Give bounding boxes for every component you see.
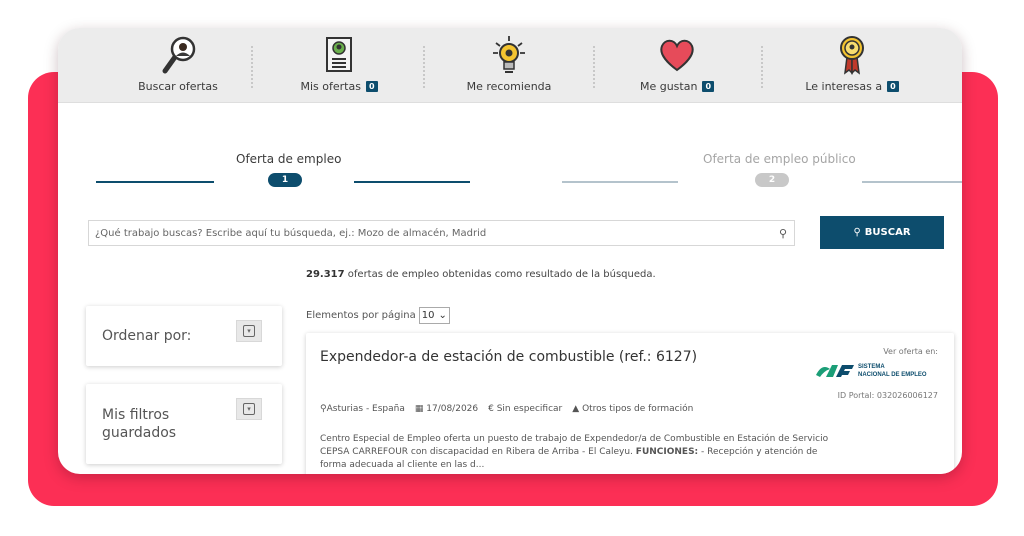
- saved-filters-toggle[interactable]: ▾: [236, 398, 262, 420]
- search-button[interactable]: ⚲ BUSCAR: [820, 216, 944, 249]
- chevron-down-icon: ⌄: [438, 310, 447, 321]
- count-badge: 0: [365, 81, 378, 92]
- location: ⚲Asturias - España: [320, 404, 405, 414]
- sort-label: Ordenar por:: [102, 328, 192, 344]
- desc-text: - Recepción y atención de: [698, 447, 818, 457]
- sort-dropdown-toggle[interactable]: ▾: [236, 320, 262, 342]
- medal-person-icon: [832, 34, 872, 76]
- nav-label: Me gustan: [639, 80, 698, 93]
- calendar-icon: ▦: [414, 404, 427, 414]
- euro-icon: €: [488, 404, 497, 414]
- count-badge: 0: [887, 81, 899, 92]
- items-per-page-select[interactable]: 10 ⌄: [418, 307, 450, 324]
- search-input[interactable]: [89, 221, 772, 245]
- step-progress-line: [862, 181, 962, 183]
- sne-logo-line1: SISTEMA: [858, 364, 885, 370]
- education-text: Otros tipos de formación: [582, 404, 694, 414]
- location-pin-icon: ⚲: [320, 404, 327, 414]
- step-progress-line: [354, 181, 470, 183]
- items-per-page-label: Elementos por página: [306, 310, 416, 321]
- nav-divider: [251, 46, 255, 88]
- step-progress-line: [562, 181, 678, 183]
- desc-funciones: FUNCIONES:: [635, 447, 699, 457]
- portal-id: ID Portal: 032026006127: [837, 391, 938, 400]
- count-badge: 0: [702, 81, 715, 92]
- desc-text: CEPSA CARREFOUR con discapacidad en Ribe…: [320, 447, 633, 457]
- sort-panel: Ordenar por: ▾: [86, 306, 282, 366]
- nav-label: Le interesas a: [805, 80, 883, 93]
- salary: € Sin especificar: [488, 404, 562, 414]
- search-icon: ⚲: [853, 227, 861, 238]
- result-count-number: 29.317: [306, 269, 345, 280]
- result-count: 29.317 ofertas de empleo obtenidas como …: [306, 269, 656, 280]
- sne-logo-line2: NACIONAL DE EMPLEO: [858, 372, 927, 378]
- heart-icon: [657, 34, 697, 76]
- chevron-down-icon: ▾: [243, 325, 255, 337]
- sne-logo[interactable]: SISTEMA NACIONAL DE EMPLEO: [814, 359, 938, 381]
- saved-filters-label: Mis filtros guardados: [102, 407, 177, 441]
- top-navigation: Buscar ofertas Mis ofertas 0 Me recomien…: [58, 28, 962, 103]
- step-label[interactable]: Oferta de empleo público: [703, 152, 856, 166]
- step-progress-line: [96, 181, 214, 183]
- nav-me-recomienda[interactable]: Me recomienda: [454, 28, 564, 102]
- search-icon[interactable]: ⚲: [772, 227, 794, 240]
- items-per-page: Elementos por página 10 ⌄: [306, 307, 450, 324]
- desc-line: Centro Especial de Empleo oferta un pues…: [320, 434, 829, 444]
- nav-label: Buscar ofertas: [138, 80, 218, 93]
- step-number-badge[interactable]: 2: [755, 173, 789, 187]
- saved-filters-panel: Mis filtros guardados ▾: [86, 384, 282, 464]
- nav-buscar-ofertas[interactable]: Buscar ofertas: [128, 28, 228, 102]
- document-person-icon: [319, 34, 359, 76]
- magnifier-person-icon: [158, 34, 198, 76]
- search-field: ⚲: [88, 220, 795, 246]
- search-button-label: BUSCAR: [864, 227, 911, 238]
- nav-divider: [761, 46, 765, 88]
- nav-me-gustan[interactable]: Me gustan 0: [622, 28, 732, 102]
- job-card[interactable]: Expendedor-a de estación de combustible …: [306, 333, 954, 474]
- location-text: Asturias - España: [326, 404, 405, 414]
- step-label[interactable]: Oferta de empleo: [236, 152, 341, 166]
- nav-label: Mis ofertas: [300, 80, 361, 93]
- result-count-text: ofertas de empleo obtenidas como resulta…: [344, 269, 656, 280]
- date-text: 17/08/2026: [426, 404, 479, 414]
- job-title[interactable]: Expendedor-a de estación de combustible …: [320, 349, 697, 365]
- nav-mis-ofertas[interactable]: Mis ofertas 0: [284, 28, 394, 102]
- nav-divider: [593, 46, 597, 88]
- salary-text: Sin especificar: [496, 404, 563, 414]
- app-window: Buscar ofertas Mis ofertas 0 Me recomien…: [58, 28, 962, 474]
- view-offer-label: Ver oferta en:: [883, 347, 938, 356]
- desc-line: CEPSA CARREFOUR con discapacidad en Ribe…: [320, 446, 840, 459]
- job-description: Centro Especial de Empleo oferta un pues…: [320, 433, 840, 472]
- education: ▲ Otros tipos de formación: [572, 404, 693, 414]
- nav-label: Me recomienda: [466, 80, 552, 93]
- nav-divider: [423, 46, 427, 88]
- items-per-page-value: 10: [421, 310, 435, 321]
- nav-le-interesas-a[interactable]: Le interesas a 0: [792, 28, 912, 102]
- chevron-down-icon: ▾: [243, 403, 255, 415]
- job-meta: ⚲Asturias - España ▦ 17/08/2026 € Sin es…: [320, 404, 693, 414]
- lightbulb-person-icon: [489, 34, 529, 76]
- desc-line: forma adecuada al cliente en las d...: [320, 460, 485, 470]
- date: ▦ 17/08/2026: [415, 404, 478, 414]
- step-number-badge[interactable]: 1: [268, 173, 302, 187]
- graduation-cap-icon: ▲: [572, 404, 583, 414]
